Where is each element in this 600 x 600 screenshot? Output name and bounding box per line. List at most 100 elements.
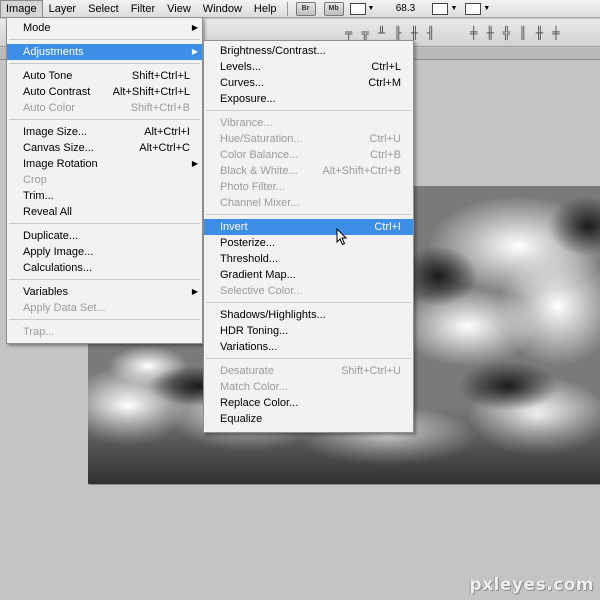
menu-item-label: Photo Filter... <box>220 181 285 193</box>
chevron-down-icon[interactable]: ▼ <box>483 5 490 12</box>
menu-item-hdr-toning[interactable]: HDR Toning... <box>204 323 413 339</box>
menu-view[interactable]: View <box>161 0 197 18</box>
menu-window[interactable]: Window <box>197 0 248 18</box>
menubar-separator <box>286 1 288 16</box>
mini-bridge-button[interactable]: Mb <box>323 1 344 16</box>
menu-item-label: Variations... <box>220 341 278 353</box>
menu-select[interactable]: Select <box>82 0 125 18</box>
distribute-icons[interactable]: ╪ ╫ ╬ ║ ╫ ╪ <box>470 26 560 40</box>
menu-help[interactable]: Help <box>248 0 283 18</box>
menu-item-shortcut: Ctrl+U <box>369 133 401 145</box>
menu-item-canvas-size[interactable]: Canvas Size... Alt+Ctrl+C <box>7 140 202 156</box>
menu-item-shortcut: Ctrl+I <box>374 221 401 233</box>
menu-item-reveal-all[interactable]: Reveal All <box>7 204 202 220</box>
menu-item-shadows-highlights[interactable]: Shadows/Highlights... <box>204 307 413 323</box>
menu-filter[interactable]: Filter <box>125 0 161 18</box>
menu-separator <box>9 319 200 320</box>
menu-item-mode[interactable]: Mode ▶ <box>7 20 202 36</box>
menu-item-levels[interactable]: Levels... Ctrl+L <box>204 59 413 75</box>
arrange-documents-icon[interactable] <box>432 2 449 15</box>
align-icons[interactable]: ╤ ╦ ╨ ╟ ╫ ╢ <box>345 26 435 40</box>
screen-mode-icon[interactable] <box>465 2 482 15</box>
menu-item-label: Calculations... <box>23 262 93 274</box>
menu-separator <box>9 63 200 64</box>
menu-item-invert[interactable]: Invert Ctrl+I <box>204 219 413 235</box>
menu-image[interactable]: Image <box>0 0 43 18</box>
menu-separator <box>206 358 411 359</box>
menu-item-shortcut: Shift+Ctrl+U <box>341 365 401 377</box>
menu-item-label: Equalize <box>220 413 263 425</box>
menu-item-label: Image Rotation <box>23 158 98 170</box>
menu-item-label: Crop <box>23 174 47 186</box>
menu-item-variations[interactable]: Variations... <box>204 339 413 355</box>
menu-item-match-color: Match Color... <box>204 379 413 395</box>
menu-item-shortcut: Shift+Ctrl+B <box>130 102 190 114</box>
menu-item-shortcut: Alt+Shift+Ctrl+B <box>322 165 401 177</box>
menu-item-label: Image Size... <box>23 126 88 138</box>
menu-item-label: Canvas Size... <box>23 142 94 154</box>
menu-item-label: Apply Data Set... <box>23 302 106 314</box>
menu-item-shortcut: Alt+Ctrl+I <box>144 126 190 138</box>
menu-item-shortcut: Ctrl+B <box>370 149 401 161</box>
image-menu: Mode ▶ Adjustments ▶ Auto Tone Shift+Ctrl+L… <box>6 17 203 344</box>
menu-item-auto-tone[interactable]: Auto Tone Shift+Ctrl+L <box>7 68 202 84</box>
menu-item-curves[interactable]: Curves... Ctrl+M <box>204 75 413 91</box>
menu-item-posterize[interactable]: Posterize... <box>204 235 413 251</box>
menu-item-crop: Crop <box>7 172 202 188</box>
menu-item-photo-filter: Photo Filter... <box>204 179 413 195</box>
menu-item-label: Trim... <box>23 190 54 202</box>
menu-bar: Image Layer Select Filter View Window He… <box>0 0 600 18</box>
menu-item-image-rotation[interactable]: Image Rotation ▶ <box>7 156 202 172</box>
submenu-arrow-icon: ▶ <box>191 23 198 32</box>
menu-item-label: Auto Tone <box>23 70 73 82</box>
menu-item-brightness-contrast[interactable]: Brightness/Contrast... <box>204 43 413 59</box>
menu-item-variables[interactable]: Variables ▶ <box>7 284 202 300</box>
menu-item-label: Curves... <box>220 77 265 89</box>
menu-item-adjustments[interactable]: Adjustments ▶ <box>7 44 202 60</box>
menu-item-label: Selective Color... <box>220 285 303 297</box>
extras-icon[interactable] <box>349 2 366 15</box>
menu-item-label: Gradient Map... <box>220 269 296 281</box>
menu-item-label: Threshold... <box>220 253 279 265</box>
bridge-button[interactable]: Br <box>295 1 316 16</box>
menu-item-auto-contrast[interactable]: Auto Contrast Alt+Shift+Ctrl+L <box>7 84 202 100</box>
menu-item-label: Vibrance... <box>220 117 273 129</box>
menu-item-trap: Trap... <box>7 324 202 340</box>
menu-item-label: Channel Mixer... <box>220 197 300 209</box>
menu-item-shortcut: Alt+Shift+Ctrl+L <box>112 86 190 98</box>
mouse-cursor-icon <box>336 227 348 249</box>
chevron-down-icon[interactable]: ▼ <box>450 5 457 12</box>
menu-item-apply-image[interactable]: Apply Image... <box>7 244 202 260</box>
menu-item-duplicate[interactable]: Duplicate... <box>7 228 202 244</box>
menu-item-label: Trap... <box>23 326 55 338</box>
menu-item-desaturate: Desaturate Shift+Ctrl+U <box>204 363 413 379</box>
menu-item-exposure[interactable]: Exposure... <box>204 91 413 107</box>
menu-item-equalize[interactable]: Equalize <box>204 411 413 427</box>
menu-item-label: Mode <box>23 22 51 34</box>
menu-item-threshold[interactable]: Threshold... <box>204 251 413 267</box>
menu-item-label: Reveal All <box>23 206 72 218</box>
menu-layer[interactable]: Layer <box>43 0 83 18</box>
zoom-level[interactable]: 68.3 <box>380 3 430 14</box>
menu-item-label: Invert <box>220 221 248 233</box>
menu-item-label: Replace Color... <box>220 397 299 409</box>
menu-item-shortcut: Ctrl+L <box>371 61 401 73</box>
menu-item-hue-saturation: Hue/Saturation... Ctrl+U <box>204 131 413 147</box>
menu-item-label: Brightness/Contrast... <box>220 45 326 57</box>
menu-item-gradient-map[interactable]: Gradient Map... <box>204 267 413 283</box>
menu-item-replace-color[interactable]: Replace Color... <box>204 395 413 411</box>
menu-item-selective-color: Selective Color... <box>204 283 413 299</box>
menu-item-label: Levels... <box>220 61 261 73</box>
menu-item-label: Color Balance... <box>220 149 299 161</box>
menu-separator <box>9 223 200 224</box>
menu-item-label: Black & White... <box>220 165 298 177</box>
menu-item-apply-data-set: Apply Data Set... <box>7 300 202 316</box>
menu-separator <box>206 214 411 215</box>
menu-item-calculations[interactable]: Calculations... <box>7 260 202 276</box>
menu-item-image-size[interactable]: Image Size... Alt+Ctrl+I <box>7 124 202 140</box>
chevron-down-icon[interactable]: ▼ <box>368 5 375 12</box>
menu-item-label: Auto Color <box>23 102 75 114</box>
menu-item-trim[interactable]: Trim... <box>7 188 202 204</box>
menu-item-label: Variables <box>23 286 69 298</box>
menu-item-label: Duplicate... <box>23 230 79 242</box>
